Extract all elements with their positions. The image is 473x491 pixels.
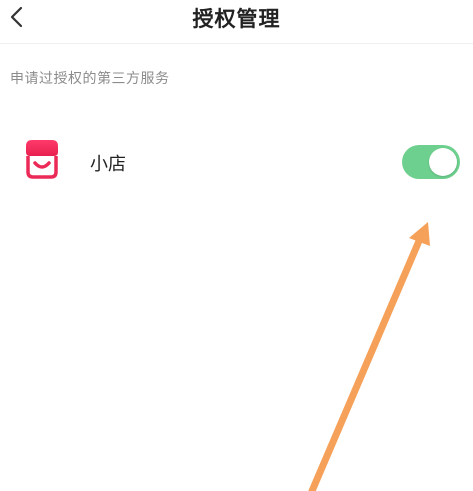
service-name: 小店 — [90, 154, 126, 175]
authorization-management-page: 授权管理 申请过授权的第三方服务 小店 — [0, 0, 473, 491]
nav-bar: 授权管理 — [0, 0, 473, 44]
page-title: 授权管理 — [192, 7, 281, 31]
toggle-knob — [429, 148, 457, 176]
authorization-toggle[interactable] — [402, 145, 460, 179]
section-title: 申请过授权的第三方服务 — [10, 71, 170, 87]
service-row-shop[interactable]: 小店 — [0, 130, 473, 194]
shop-icon — [20, 136, 64, 180]
